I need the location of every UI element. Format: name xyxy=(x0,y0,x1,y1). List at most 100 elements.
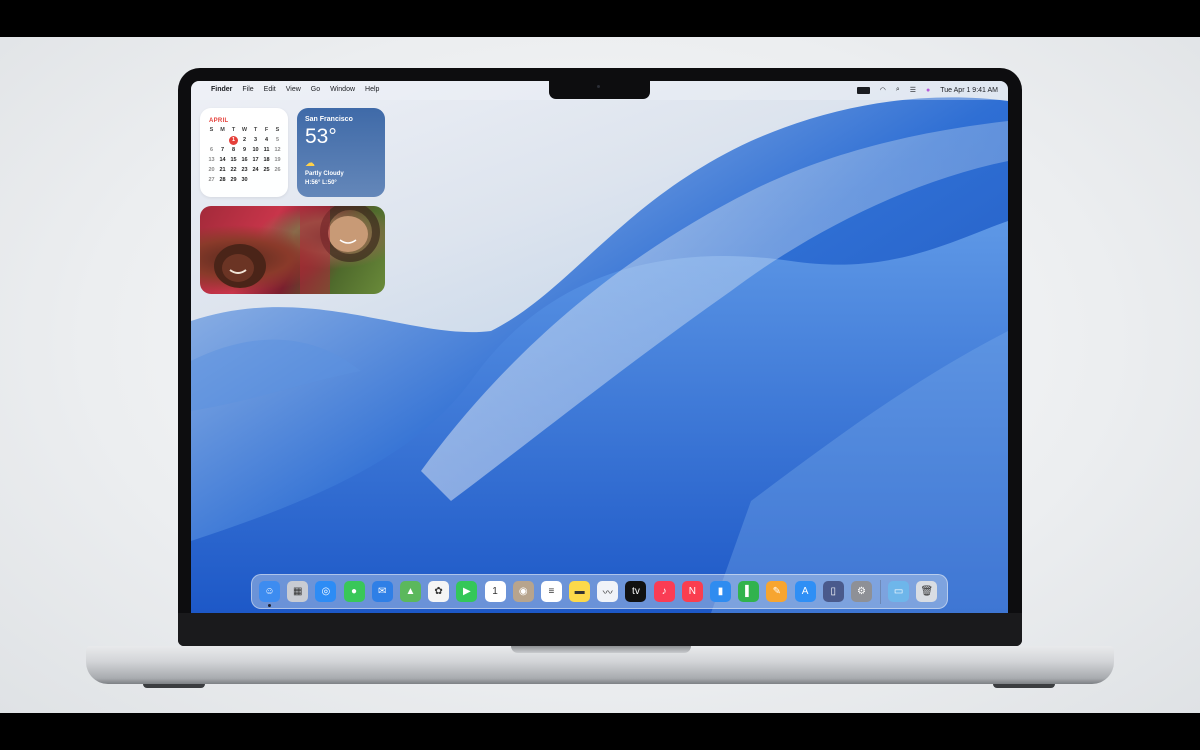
calendar-today: 1 xyxy=(229,136,238,145)
calendar-icon[interactable]: 1 xyxy=(484,581,506,602)
calendar-day: 9 xyxy=(242,147,247,153)
weather-high-low: H:56° L:50° xyxy=(305,180,337,186)
reminders-icon[interactable]: ≡ xyxy=(540,581,562,602)
menu-help[interactable]: Help xyxy=(365,86,379,93)
calendar-weekday: S xyxy=(209,127,214,133)
calendar-weekday: M xyxy=(220,127,225,133)
calendar-day: 29 xyxy=(230,177,237,183)
calendar-day xyxy=(261,176,272,185)
contacts-icon[interactable]: ◉ xyxy=(512,581,534,602)
menu-file[interactable]: File xyxy=(242,86,253,93)
calendar-day: 19 xyxy=(274,157,281,163)
lid-opening-cutout xyxy=(511,646,691,653)
menu-edit[interactable]: Edit xyxy=(264,86,276,93)
left-foot xyxy=(143,684,205,688)
photos-widget[interactable] xyxy=(200,206,385,294)
photo-content xyxy=(214,206,380,294)
weather-widget[interactable]: San Francisco 53° ☁ Partly Cloudy H:56° … xyxy=(297,108,385,197)
calendar-day: 30 xyxy=(241,177,248,183)
camera-icon xyxy=(597,85,600,88)
freeform-icon[interactable]: 〰 xyxy=(597,581,619,602)
calendar-day xyxy=(250,176,261,185)
photos-icon[interactable]: ✿ xyxy=(428,581,450,602)
messages-icon[interactable]: ● xyxy=(343,581,365,602)
calendar-grid: S M T W T F S 1 2 3 4 5 6 7 8 9 10 11 12 13 14 15 16 17 18 19 20 21… xyxy=(206,126,283,185)
menu-view[interactable]: View xyxy=(286,86,301,93)
calendar-day: 25 xyxy=(263,167,270,173)
calendar-day: 11 xyxy=(263,147,270,153)
calendar-weekday: F xyxy=(264,127,269,133)
calendar-day: 15 xyxy=(230,157,237,163)
calendar-day: 18 xyxy=(263,157,270,163)
calendar-day: 16 xyxy=(241,157,248,163)
calendar-widget[interactable]: APRIL S M T W T F S 1 2 3 4 5 6 7 8 9 10 11 12 13 14 15 16 17 18… xyxy=(200,108,288,197)
mail-icon[interactable]: ✉ xyxy=(371,581,393,602)
calendar-day: 6 xyxy=(209,147,214,153)
calendar-day: 17 xyxy=(252,157,259,163)
laptop-base xyxy=(86,646,1114,684)
calendar-day: 22 xyxy=(230,167,237,173)
safari-icon[interactable]: ◎ xyxy=(315,581,337,602)
iphone-mirroring-icon[interactable]: ▯ xyxy=(822,581,844,602)
calendar-day: 13 xyxy=(208,157,215,163)
maps-icon[interactable]: ▲ xyxy=(399,581,421,602)
desktop-screen: Finder File Edit View Go Window Help ◠ ⌕… xyxy=(191,81,1008,613)
calendar-weekday: S xyxy=(275,127,280,133)
numbers-icon[interactable]: ▌ xyxy=(738,581,760,602)
dock-separator xyxy=(880,579,882,604)
calendar-weekday: T xyxy=(231,127,236,133)
calendar-day: 24 xyxy=(252,167,259,173)
display-chin xyxy=(178,613,1022,646)
music-icon[interactable]: ♪ xyxy=(653,581,675,602)
siri-icon[interactable]: ● xyxy=(926,87,930,94)
menubar-clock[interactable]: Tue Apr 1 9:41 AM xyxy=(940,87,998,94)
calendar-day xyxy=(206,136,217,145)
weather-condition: Partly Cloudy xyxy=(305,171,344,177)
keynote-icon[interactable]: ▮ xyxy=(710,581,731,602)
partly-cloudy-icon: ☁ xyxy=(305,158,315,169)
launchpad-icon[interactable]: ▦ xyxy=(287,581,309,602)
weather-city: San Francisco xyxy=(305,116,353,123)
calendar-day: 28 xyxy=(219,177,226,183)
calendar-day: 5 xyxy=(275,137,280,143)
downloads-folder-icon[interactable]: ▭ xyxy=(888,581,910,602)
app-menu-finder[interactable]: Finder xyxy=(211,86,232,93)
calendar-day: 2 xyxy=(242,137,247,143)
wifi-icon[interactable]: ◠ xyxy=(880,86,886,94)
running-indicator xyxy=(268,604,271,607)
calendar-weekday: W xyxy=(241,127,248,133)
weather-temperature: 53° xyxy=(305,125,337,148)
system-settings-icon[interactable]: ⚙ xyxy=(850,581,872,602)
calendar-day: 21 xyxy=(219,167,226,173)
calendar-day: 14 xyxy=(219,157,226,163)
calendar-day: 27 xyxy=(208,177,215,183)
calendar-day: 23 xyxy=(241,167,248,173)
calendar-day: 8 xyxy=(231,147,236,153)
calendar-weekday: T xyxy=(253,127,258,133)
battery-icon[interactable] xyxy=(856,86,870,94)
pages-icon[interactable]: ✎ xyxy=(766,581,788,602)
control-center-icon[interactable]: ☰ xyxy=(910,86,916,94)
notes-icon[interactable]: ▬ xyxy=(569,581,591,602)
camera-notch xyxy=(549,81,650,99)
menu-go[interactable]: Go xyxy=(311,86,320,93)
dock: ☺ ▦ ◎ ● ✉ ▲ ✿ ▶ 1 ◉ ≡ ▬ 〰 tv ♪ N ▮ ▌ ✎ A ▯ ⚙ ▭ 🗑 xyxy=(251,574,948,609)
menu-window[interactable]: Window xyxy=(330,86,355,93)
calendar-day xyxy=(217,136,228,145)
search-icon[interactable]: ⌕ xyxy=(896,86,900,94)
calendar-day: 20 xyxy=(208,167,215,173)
trash-icon[interactable]: 🗑 xyxy=(916,581,938,602)
right-foot xyxy=(993,684,1055,688)
apple-tv-icon[interactable]: tv xyxy=(625,581,647,602)
calendar-day xyxy=(272,176,283,185)
calendar-day: 26 xyxy=(274,167,281,173)
calendar-month: APRIL xyxy=(209,118,229,124)
calendar-day: 12 xyxy=(274,147,281,153)
facetime-icon[interactable]: ▶ xyxy=(456,581,478,602)
news-icon[interactable]: N xyxy=(681,581,703,602)
calendar-day: 3 xyxy=(253,137,258,143)
finder-icon[interactable]: ☺ xyxy=(259,581,280,607)
app-store-icon[interactable]: A xyxy=(794,581,816,602)
calendar-day: 4 xyxy=(264,137,269,143)
calendar-day: 7 xyxy=(220,147,225,153)
